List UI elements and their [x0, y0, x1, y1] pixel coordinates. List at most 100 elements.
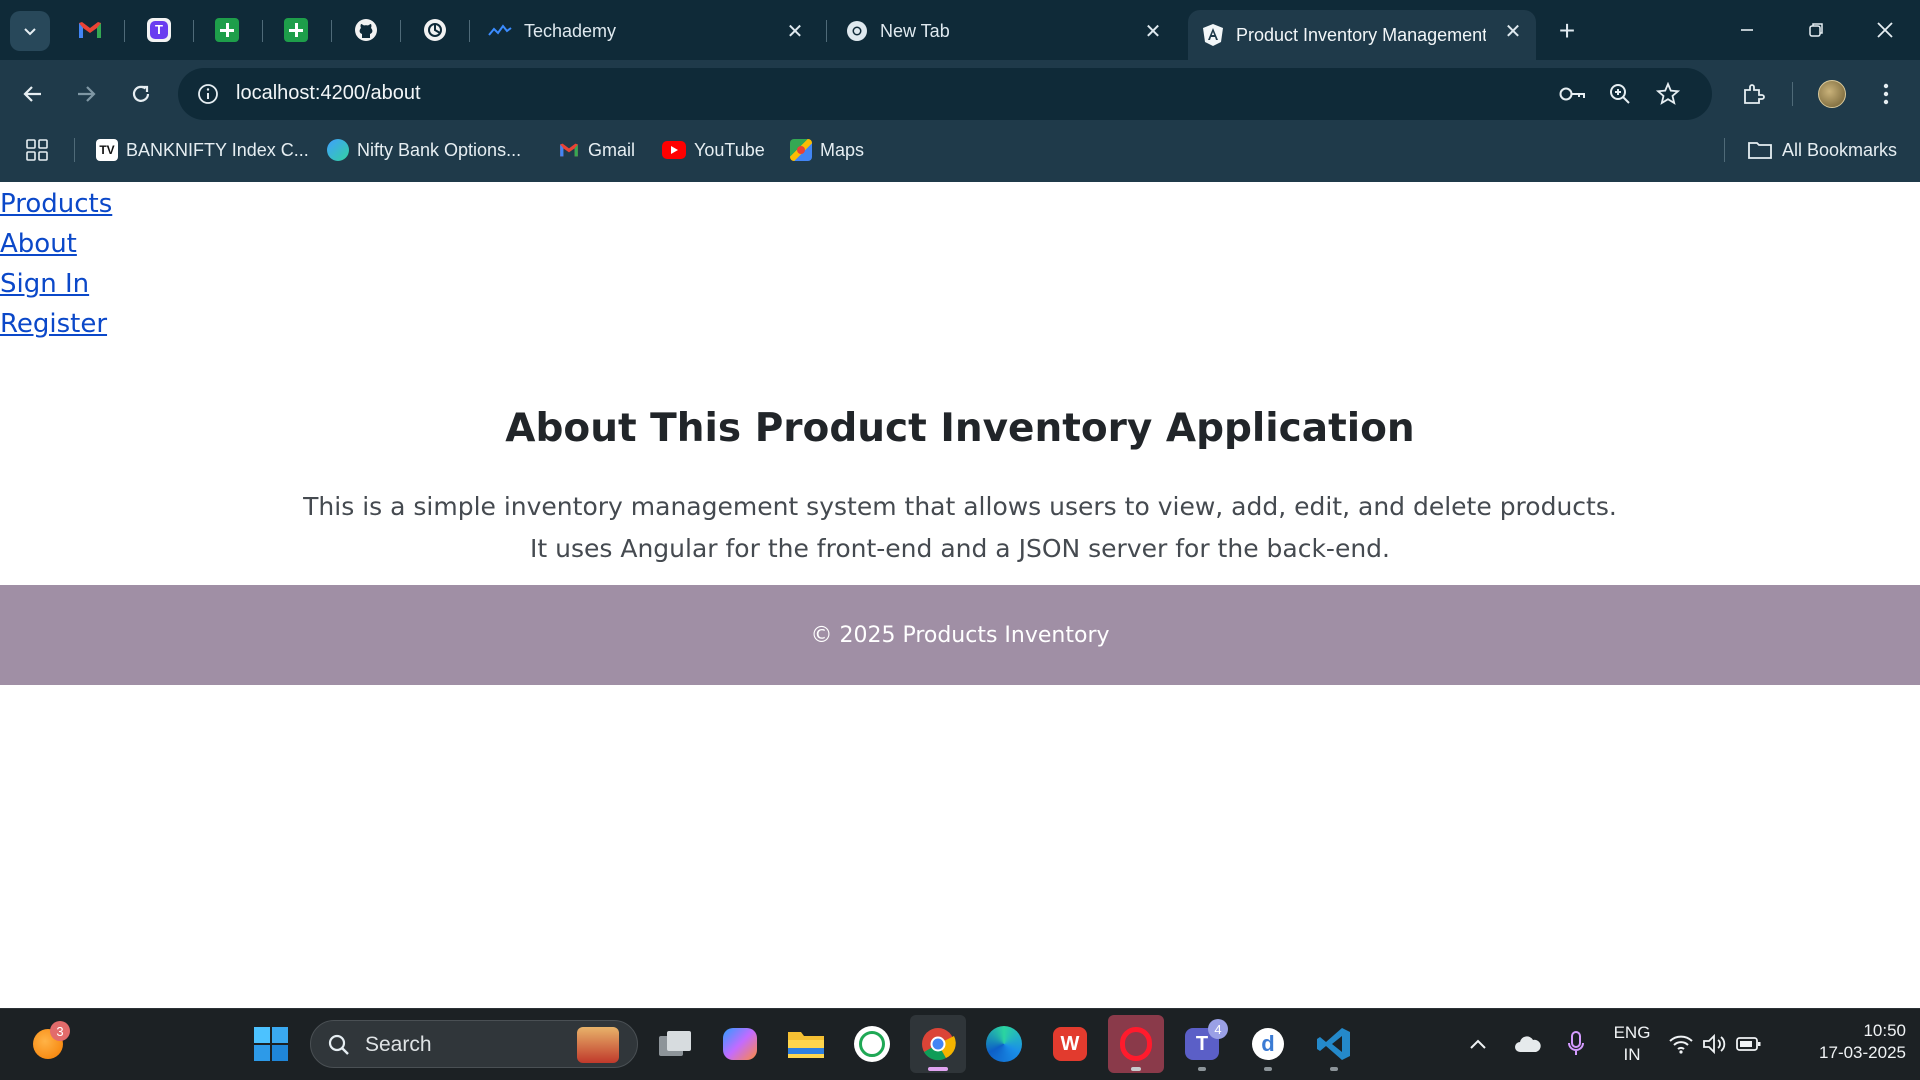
- wps-icon: W: [1053, 1027, 1087, 1061]
- notification-badge: 3: [50, 1021, 70, 1041]
- all-bookmarks-button[interactable]: All Bookmarks: [1748, 136, 1897, 164]
- reload-button[interactable]: [121, 74, 161, 114]
- tab-product-inventory[interactable]: Product Inventory Management ✕: [1188, 10, 1536, 60]
- site-info-icon[interactable]: [192, 78, 224, 110]
- tray-language[interactable]: ENG IN: [1600, 1022, 1664, 1066]
- windows-icon: [254, 1027, 288, 1061]
- taskbar-teams[interactable]: T 4: [1174, 1015, 1230, 1073]
- taskbar-chrome[interactable]: [910, 1015, 966, 1073]
- tradingview-icon: TV: [96, 139, 118, 161]
- chrome-icon: [847, 21, 867, 41]
- taskbar-opera[interactable]: [1108, 1015, 1164, 1073]
- bookmark-youtube[interactable]: YouTube: [662, 136, 765, 164]
- tab-separator: [469, 20, 470, 42]
- chrome-icon: [922, 1028, 956, 1061]
- open-app-indicator: [1198, 1067, 1206, 1071]
- bookmark-star-icon[interactable]: [1652, 78, 1684, 110]
- tab-new-tab[interactable]: New Tab ✕: [838, 10, 1176, 52]
- tab-title: Techademy: [524, 20, 617, 41]
- pinned-tab-sheets-1[interactable]: [209, 12, 245, 48]
- microphone-icon: [1568, 1031, 1584, 1055]
- tab-strip: T Techademy ✕ New Tab ✕ Product Inventor…: [0, 0, 1920, 60]
- language-code: ENG: [1613, 1023, 1651, 1042]
- close-icon[interactable]: ✕: [782, 18, 808, 44]
- taskbar-file-explorer[interactable]: [778, 1015, 834, 1073]
- tab-techademy[interactable]: Techademy ✕: [480, 10, 818, 52]
- tray-clock[interactable]: 10:50 17-03-2025: [1786, 1020, 1906, 1064]
- avatar: [1818, 80, 1846, 108]
- maps-icon: [790, 139, 812, 161]
- task-view-icon: [659, 1031, 691, 1056]
- start-button[interactable]: [243, 1015, 299, 1073]
- password-key-icon[interactable]: [1556, 78, 1588, 110]
- taskbar-task-view[interactable]: [647, 1015, 703, 1073]
- tray-overflow-button[interactable]: [1450, 1015, 1506, 1073]
- url-text[interactable]: localhost:4200/about: [236, 82, 421, 105]
- battery-icon: [1736, 1037, 1761, 1051]
- apps-button[interactable]: [26, 136, 48, 164]
- restore-icon: [1809, 23, 1823, 37]
- open-app-indicator: [1330, 1067, 1338, 1071]
- taskbar-whatsapp[interactable]: [844, 1015, 900, 1073]
- pinned-tab-sheets-2[interactable]: [278, 12, 314, 48]
- close-icon[interactable]: ✕: [1500, 18, 1526, 44]
- search-label: Search: [365, 1033, 432, 1056]
- bookmark-gmail[interactable]: Gmail: [558, 136, 635, 164]
- close-icon[interactable]: ✕: [1140, 18, 1166, 44]
- gmail-icon: [79, 22, 101, 38]
- pinned-tab-github[interactable]: [348, 12, 384, 48]
- nav-link-register[interactable]: Register: [0, 304, 112, 344]
- extensions-button[interactable]: [1733, 74, 1773, 114]
- chevron-up-icon: [1470, 1039, 1486, 1049]
- teams-badge: 4: [1208, 1019, 1228, 1039]
- back-button[interactable]: [13, 74, 53, 114]
- tab-separator: [826, 20, 827, 42]
- zoom-icon[interactable]: [1604, 78, 1636, 110]
- nav-link-products[interactable]: Products: [0, 184, 112, 224]
- nav-link-about[interactable]: About: [0, 224, 112, 264]
- taskbar-wps-office[interactable]: W: [1042, 1015, 1098, 1073]
- taskbar-edge[interactable]: [976, 1015, 1032, 1073]
- minimize-button[interactable]: [1722, 10, 1772, 50]
- taskbar-d-app[interactable]: d: [1240, 1015, 1296, 1073]
- tray-microphone[interactable]: [1548, 1015, 1604, 1073]
- taskbar-widgets[interactable]: 3: [20, 1015, 76, 1073]
- page-title: About This Product Inventory Application: [505, 406, 1415, 451]
- sheets-icon: [215, 18, 239, 42]
- menu-button[interactable]: [1866, 74, 1906, 114]
- pinned-tab-chatgpt[interactable]: [417, 12, 453, 48]
- tab-search-button[interactable]: [10, 11, 50, 51]
- profile-avatar[interactable]: [1812, 74, 1852, 114]
- tab-separator: [400, 20, 401, 42]
- whatsapp-icon: [854, 1026, 890, 1062]
- pinned-tab-teams-app[interactable]: T: [141, 12, 177, 48]
- taskbar-copilot[interactable]: [712, 1015, 768, 1073]
- bookmark-label: Nifty Bank Options...: [357, 139, 522, 160]
- main-nav: Products About Sign In Register: [0, 184, 112, 344]
- toolbar-separator: [1792, 82, 1793, 106]
- new-tab-button[interactable]: +: [1550, 14, 1584, 48]
- address-bar[interactable]: localhost:4200/about: [178, 68, 1712, 120]
- forward-button[interactable]: [66, 74, 106, 114]
- youtube-icon: [662, 141, 686, 159]
- taskbar-vscode[interactable]: [1306, 1015, 1362, 1073]
- all-bookmarks-label: All Bookmarks: [1782, 139, 1898, 160]
- github-icon: [355, 19, 377, 41]
- bookmark-label: Gmail: [588, 139, 636, 160]
- about-description: This is a simple inventory management sy…: [303, 492, 1617, 563]
- pinned-tab-gmail[interactable]: [72, 12, 108, 48]
- open-app-indicator: [1264, 1067, 1272, 1071]
- bookmark-maps[interactable]: Maps: [790, 136, 864, 164]
- more-vertical-icon: [1883, 83, 1889, 105]
- taskbar-search[interactable]: Search: [310, 1020, 638, 1068]
- nav-link-sign-in[interactable]: Sign In: [0, 264, 112, 304]
- restore-button[interactable]: [1791, 10, 1841, 50]
- close-window-button[interactable]: [1860, 10, 1910, 50]
- minimize-icon: [1741, 29, 1753, 31]
- bookmark-nifty-bank[interactable]: Nifty Bank Options...: [327, 136, 521, 164]
- puzzle-icon: [1744, 84, 1765, 104]
- tray-network-volume-battery[interactable]: [1660, 1015, 1770, 1073]
- folder-icon: [1748, 142, 1772, 159]
- bookmark-banknifty[interactable]: TV BANKNIFTY Index C...: [96, 136, 309, 164]
- opera-icon: [1120, 1027, 1152, 1061]
